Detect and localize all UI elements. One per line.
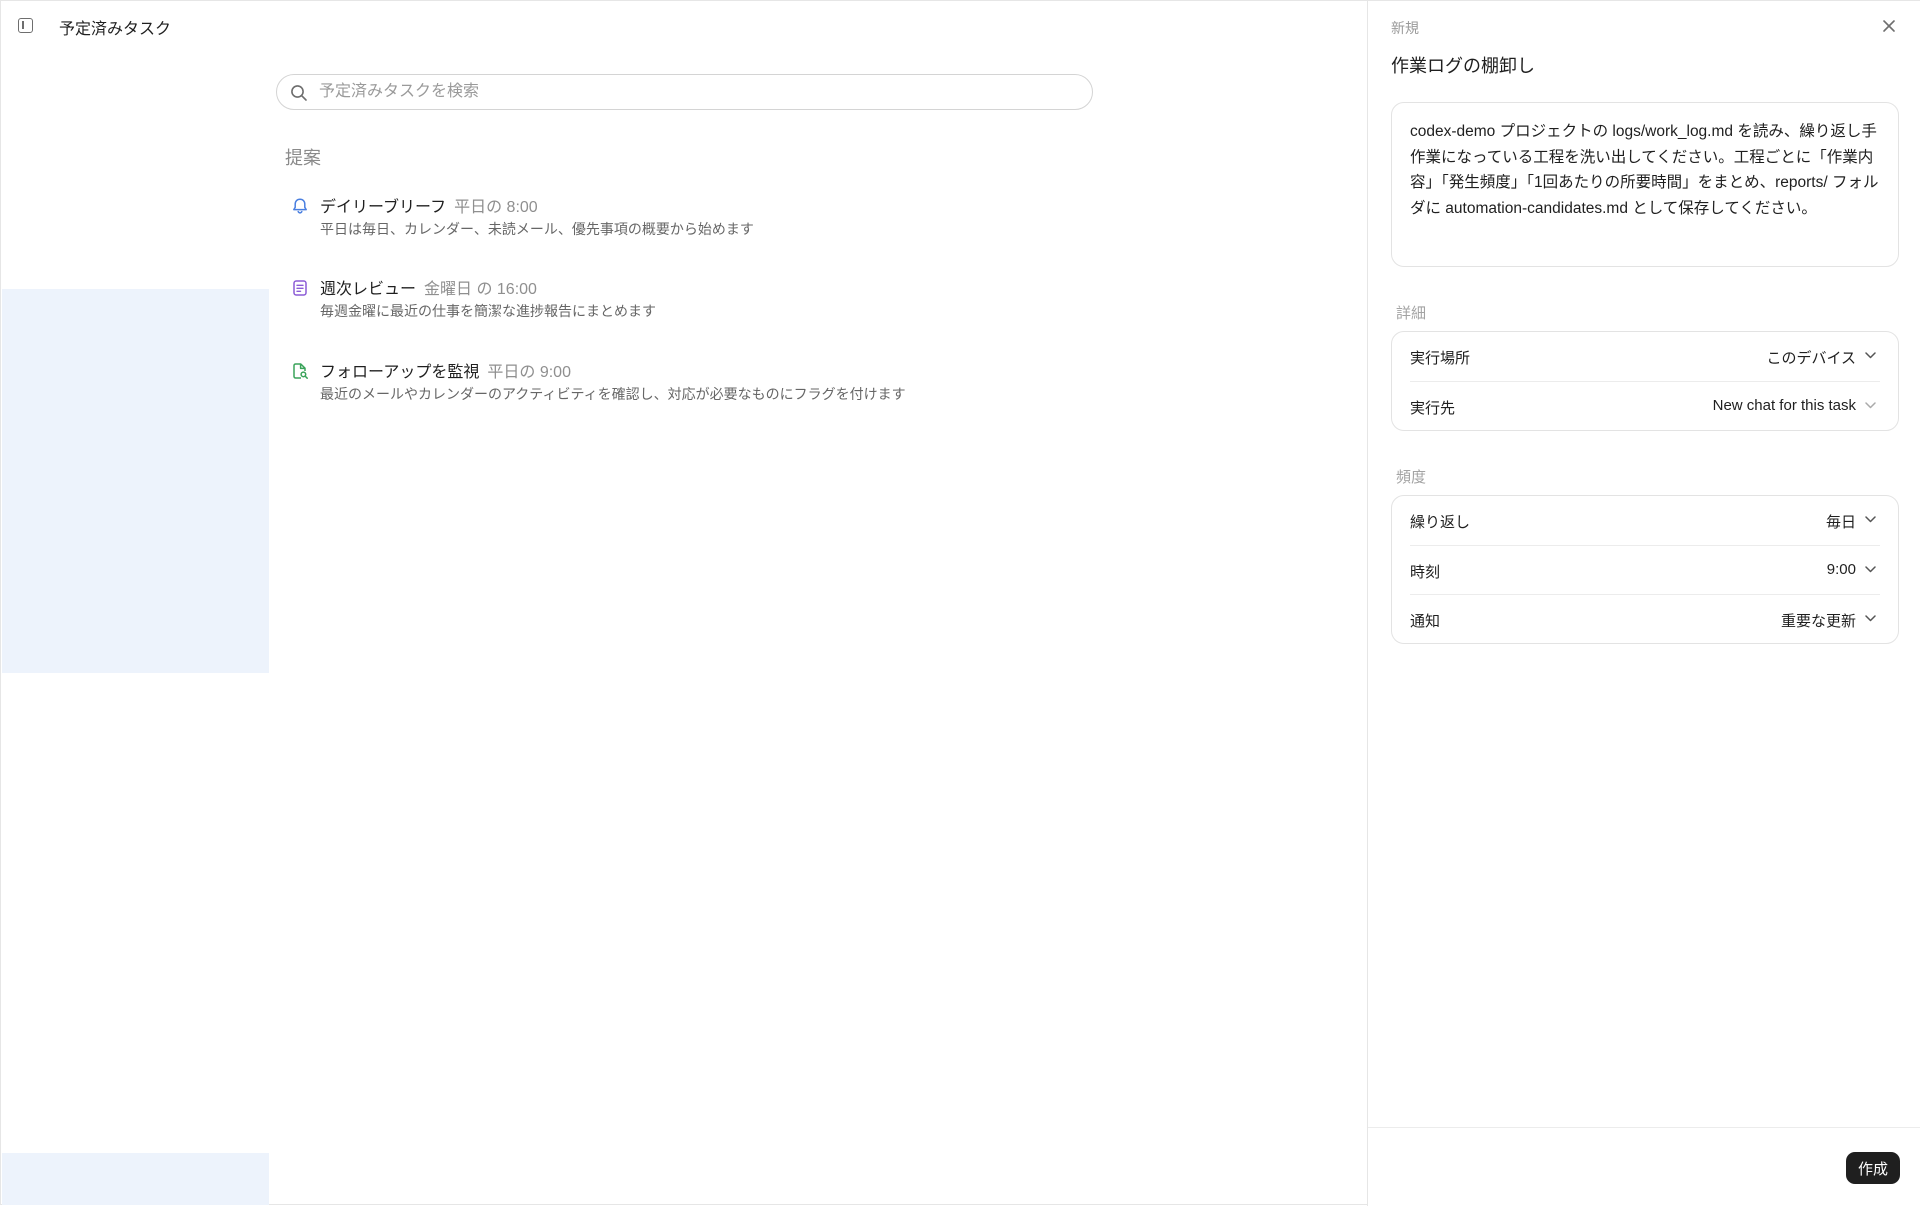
time-row[interactable]: 時刻 9:00 [1410, 545, 1880, 594]
create-button[interactable]: 作成 [1846, 1152, 1901, 1184]
close-icon[interactable] [1879, 16, 1899, 36]
task-title: フォローアップを監視 平日の 9:00 [320, 358, 571, 382]
page-title: 予定済みタスク [59, 21, 172, 38]
task-schedule: 平日の 9:00 [487, 364, 571, 381]
task-title-field[interactable]: 作業ログの棚卸し [1391, 52, 1535, 78]
bell-icon [293, 198, 307, 214]
suggestion-monitor-followups[interactable]: フォローアップを監視 平日の 9:00 最近のメールやカレンダーのアクティビティを… [285, 358, 1045, 420]
chevron-down-icon [1865, 566, 1876, 573]
prompt-textarea[interactable]: codex-demo プロジェクトの logs/work_log.md を読み、… [1391, 102, 1899, 267]
chevron-down-icon [1865, 516, 1876, 523]
new-task-panel: 新規 作業ログの棚卸し codex-demo プロジェクトの logs/work… [1367, 1, 1920, 1206]
row-label: 時刻 [1410, 564, 1441, 581]
search-icon [291, 85, 307, 101]
row-label: 通知 [1410, 613, 1441, 630]
task-description: 毎週金曜に最近の仕事を簡潔な進捗報告にまとめます [320, 303, 656, 319]
time-select[interactable]: 9:00 [1827, 561, 1856, 578]
panel-footer: 作成 [1368, 1127, 1920, 1206]
suggestion-weekly-review[interactable]: 週次レビュー 金曜日 の 16:00 毎週金曜に最近の仕事を簡潔な進捗報告にまとめ… [285, 275, 1045, 337]
chevron-down-icon [1865, 402, 1876, 409]
task-title: デイリーブリーフ 平日の 8:00 [320, 193, 538, 217]
task-name: デイリーブリーフ [320, 199, 447, 216]
search-bar[interactable] [276, 74, 1093, 110]
notification-select[interactable]: 重要な更新 [1781, 610, 1856, 631]
run-location-row[interactable]: 実行場所 このデバイス [1410, 332, 1880, 381]
task-description: 最近のメールやカレンダーのアクティビティを確認し、対応が必要なものにフラグを付け… [320, 386, 906, 402]
frequency-label: 頻度 [1396, 469, 1427, 486]
document-icon [293, 280, 307, 296]
run-target-row[interactable]: 実行先 New chat for this task [1410, 381, 1880, 430]
row-label: 実行先 [1410, 400, 1456, 417]
repeat-row[interactable]: 繰り返し 毎日 [1410, 496, 1880, 545]
suggestion-daily-brief[interactable]: デイリーブリーフ 平日の 8:00 平日は毎日、カレンダー、未読メール、優先事項の… [285, 193, 1045, 255]
repeat-select[interactable]: 毎日 [1826, 511, 1856, 532]
chevron-down-icon [1865, 615, 1876, 622]
task-name: フォローアップを監視 [320, 364, 480, 381]
main-area: 予定済みタスク 提案 デイリーブリーフ平日の 8:00 平日は毎日、カレンダー、… [1, 1, 1367, 1206]
details-label: 詳細 [1396, 305, 1427, 322]
panel-kicker: 新規 [1391, 20, 1419, 36]
task-schedule: 金曜日 の 16:00 [424, 281, 537, 298]
row-label: 繰り返し [1410, 514, 1471, 531]
run-location-select[interactable]: このデバイス [1766, 347, 1856, 368]
frequency-card: 繰り返し 毎日 時刻 9:00 通知 重要な更新 [1391, 495, 1899, 644]
run-target-select[interactable]: New chat for this task [1713, 397, 1856, 414]
task-name: 週次レビュー [320, 281, 417, 298]
suggestions-label: 提案 [285, 148, 321, 168]
task-title: 週次レビュー 金曜日 の 16:00 [320, 275, 537, 299]
sidebar-toggle-icon[interactable] [18, 18, 33, 33]
notification-row[interactable]: 通知 重要な更新 [1410, 594, 1880, 643]
task-description: 平日は毎日、カレンダー、未読メール、優先事項の概要から始めます [320, 221, 754, 237]
chevron-down-icon [1865, 352, 1876, 359]
file-search-icon [293, 363, 308, 379]
row-label: 実行場所 [1410, 350, 1471, 367]
task-schedule: 平日の 8:00 [454, 199, 538, 216]
details-card: 実行場所 このデバイス 実行先 New chat for this task [1391, 331, 1899, 431]
search-input[interactable] [317, 75, 1077, 109]
